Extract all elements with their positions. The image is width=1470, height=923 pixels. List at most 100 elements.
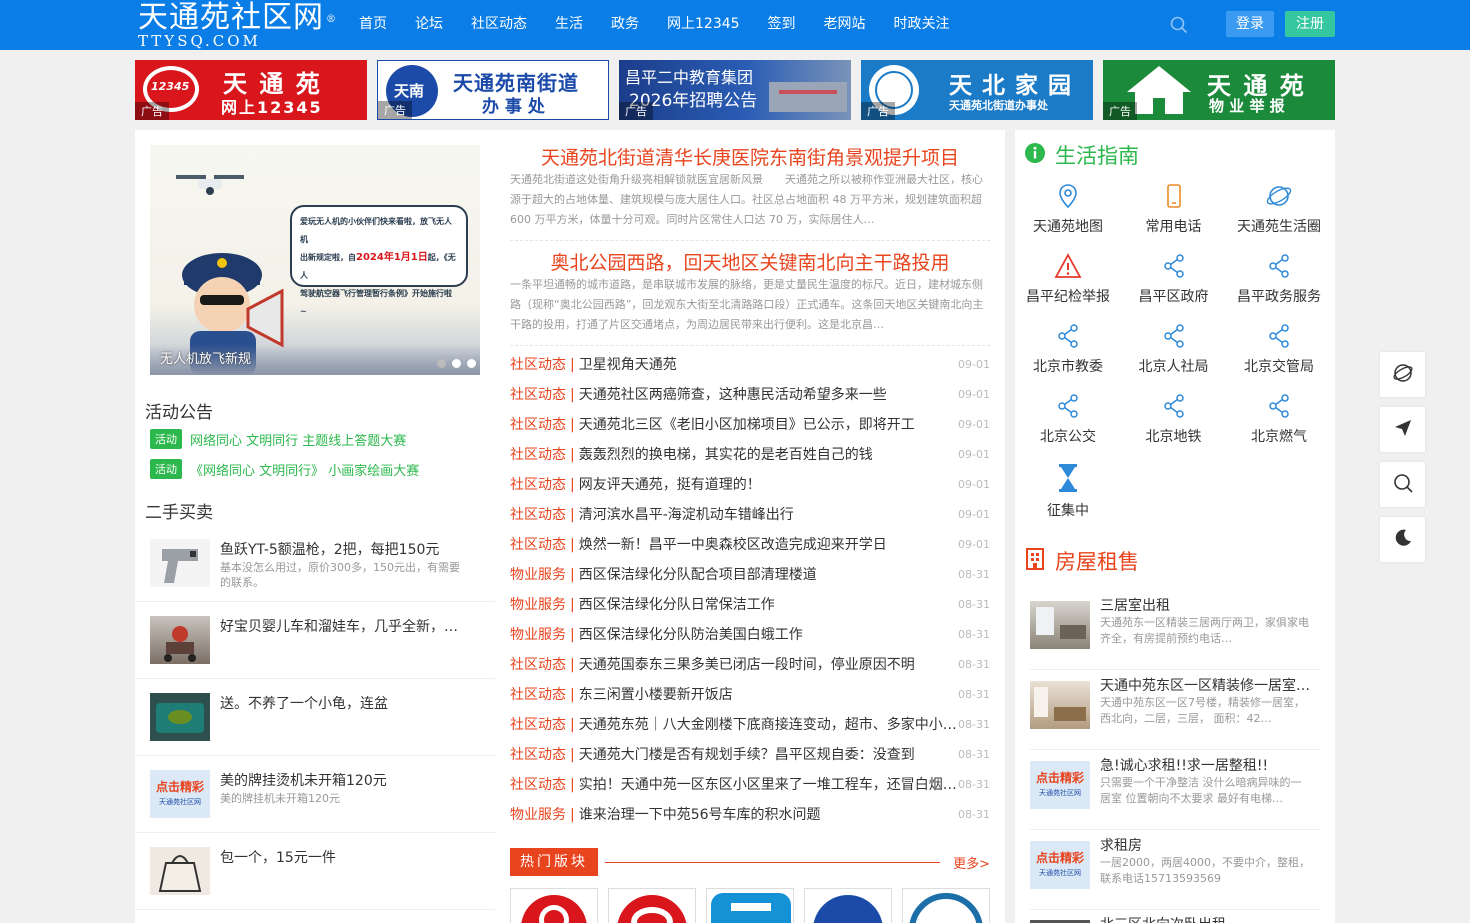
news-category[interactable]: 社区动态	[510, 447, 566, 463]
logo-text: 天通苑社区网	[138, 0, 324, 35]
activity-item[interactable]: 活动 《网络同心 文明同行》 小画家绘画大赛	[150, 459, 419, 479]
login-button[interactable]: 登录	[1226, 11, 1274, 37]
banner-dot[interactable]	[452, 359, 461, 368]
banner-slider[interactable]: 爱玩无人机的小伙伴们快来看啦，放飞无人机 出新规定啦，自2024年1月1日起，《…	[150, 145, 480, 375]
ad-12345[interactable]: 12345 天 通 苑 网上12345 广告	[135, 60, 367, 120]
news-category[interactable]: 社区动态	[510, 657, 566, 673]
second-hand-item[interactable]: 好宝贝婴儿车和溜娃车，几乎全新，…	[135, 602, 495, 679]
news-row[interactable]: 社区动态 | 轰轰烈烈的换电梯，其实花的是老百姓自己的钱 09-01	[510, 440, 990, 470]
banner-dot[interactable]	[437, 359, 446, 368]
headline-title[interactable]: 奥北公园西路，回天地区关键南北向主干路投用	[510, 248, 990, 275]
guide-item[interactable]: 昌平政务服务	[1226, 250, 1332, 320]
news-row[interactable]: 社区动态 | 天通苑社区两癌筛查，这种惠民活动希望多来一些 09-01	[510, 380, 990, 410]
news-category[interactable]: 社区动态	[510, 717, 566, 733]
nav-forum[interactable]: 论坛	[415, 0, 443, 50]
search-icon[interactable]	[1170, 16, 1188, 34]
news-separator: |	[570, 807, 575, 823]
news-row[interactable]: 物业服务 | 西区保洁绿化分队防治美国白蛾工作 08-31	[510, 620, 990, 650]
news-row[interactable]: 物业服务 | 西区保洁绿化分队配合项目部清理楼道 08-31	[510, 560, 990, 590]
news-category[interactable]: 社区动态	[510, 687, 566, 703]
hot-tile-tianbei-home[interactable]	[902, 888, 990, 923]
rent-item[interactable]: 点击精彩 天通苑社区网 求租房 一居2000，两居4000，不要中介，整租，联系…	[1030, 830, 1320, 910]
news-date: 08-31	[958, 748, 990, 761]
news-row[interactable]: 社区动态 | 天通苑国泰东三果多美已闭店一段时间，停业原因不明 08-31	[510, 650, 990, 680]
hot-tile-12345[interactable]	[510, 888, 598, 923]
rent-item[interactable]: 三居室出租 天通苑东一区精装三居两厅两卫，家俱家电齐全，有房提前预约电话…	[1030, 590, 1320, 670]
rent-item[interactable]: 天通中苑东区一区精装修一居室… 天通中苑东区一区7号楼，精装修一居室，西北向，二…	[1030, 670, 1320, 750]
news-row[interactable]: 物业服务 | 谁来治理一下中苑56号车库的积水问题 08-31	[510, 800, 990, 830]
news-row[interactable]: 物业服务 | 西区保洁绿化分队日常保洁工作 08-31	[510, 590, 990, 620]
news-row[interactable]: 社区动态 | 清河滨水昌平-海淀机动车错峰出行 09-01	[510, 500, 990, 530]
guide-item[interactable]: 北京公交	[1015, 390, 1121, 460]
float-search-button[interactable]	[1380, 462, 1425, 507]
rent-thumbnail	[1030, 601, 1090, 649]
second-hand-item[interactable]: 包一个，15元一件	[135, 833, 495, 910]
hot-sections-more-link[interactable]: 更多>	[953, 853, 990, 872]
guide-item[interactable]: 常用电话	[1121, 180, 1227, 250]
news-category[interactable]: 物业服务	[510, 807, 566, 823]
ad-tianbei[interactable]: 天 北 家 园 天通苑北街道办事处 广告	[861, 60, 1093, 120]
guide-item[interactable]: 北京地铁	[1121, 390, 1227, 460]
nav-12345[interactable]: 网上12345	[667, 0, 740, 50]
ad-12345-logo-text: 12345	[151, 80, 190, 93]
news-category[interactable]: 社区动态	[510, 507, 566, 523]
hot-tile-changping[interactable]	[706, 888, 794, 923]
news-category[interactable]: 社区动态	[510, 387, 566, 403]
rent-item[interactable]: 北三区北向次卧出租	[1030, 910, 1320, 923]
hot-tile-tiannan[interactable]	[608, 888, 696, 923]
nav-old-site[interactable]: 老网站	[824, 0, 866, 50]
news-category[interactable]: 社区动态	[510, 537, 566, 553]
guide-item[interactable]: 北京交管局	[1226, 320, 1332, 390]
news-category[interactable]: 社区动态	[510, 477, 566, 493]
nav-government[interactable]: 政务	[611, 0, 639, 50]
nav-life[interactable]: 生活	[555, 0, 583, 50]
news-row[interactable]: 社区动态 | 卫星视角天通苑 09-01	[510, 350, 990, 380]
guide-item[interactable]: 北京市教委	[1015, 320, 1121, 390]
news-separator: |	[570, 357, 575, 373]
news-row[interactable]: 社区动态 | 东三闲置小楼要新开饭店 08-31	[510, 680, 990, 710]
news-row[interactable]: 社区动态 | 网友评天通苑，挺有道理的！ 09-01	[510, 470, 990, 500]
rent-item[interactable]: 点击精彩 天通苑社区网 急!诚心求租!!求一居整租!! 只需要一个干净整洁 没什…	[1030, 750, 1320, 830]
news-row[interactable]: 社区动态 | 天通苑东苑｜八大金刚楼下底商接连变动，超市、多家中小… 08-31	[510, 710, 990, 740]
news-category[interactable]: 社区动态	[510, 417, 566, 433]
guide-item[interactable]: 北京燃气	[1226, 390, 1332, 460]
guide-item[interactable]: 征集中	[1015, 460, 1121, 530]
second-hand-item[interactable]: 送。不养了一个小龟，连盆	[135, 679, 495, 756]
banner-dot[interactable]	[467, 359, 476, 368]
hot-tile-tianbei[interactable]	[804, 888, 892, 923]
site-logo[interactable]: 天通苑社区网 ® TTYSQ.COM	[138, 0, 337, 49]
news-category[interactable]: 物业服务	[510, 567, 566, 583]
second-hand-item[interactable]: 鱼跃YT-5额温枪，2把，每把150元 基本没怎么用过，原价300多，150元出…	[135, 525, 495, 602]
ad-changping-school[interactable]: 昌平二中教育集团 2026年招聘公告 广告	[619, 60, 851, 120]
news-row[interactable]: 社区动态 | 实拍！天通中苑一区东区小区里来了一堆工程车，还冒白烟… 08-31	[510, 770, 990, 800]
guide-item[interactable]: 天通苑生活圈	[1226, 180, 1332, 250]
ad-tianbei-line2: 天通苑北街道办事处	[949, 99, 1048, 112]
second-hand-item[interactable]: 点击精彩 天通苑社区网 美的牌挂烫机未开箱120元 美的牌挂机未开箱120元	[135, 756, 495, 833]
nav-community-news[interactable]: 社区动态	[471, 0, 527, 50]
float-send-button[interactable]	[1380, 407, 1425, 452]
headline-title[interactable]: 天通苑北街道清华长庚医院东南街角景观提升项目	[510, 143, 990, 170]
ad-property-report[interactable]: 天 通 苑 物 业 举 报 广告	[1103, 60, 1335, 120]
register-button[interactable]: 注册	[1285, 11, 1335, 37]
news-row[interactable]: 社区动态 | 焕然一新！昌平一中奥森校区改造完成迎来开学日 09-01	[510, 530, 990, 560]
news-category[interactable]: 社区动态	[510, 747, 566, 763]
guide-item[interactable]: 天通苑地图	[1015, 180, 1121, 250]
news-row[interactable]: 社区动态 | 天通苑北三区《老旧小区加梯项目》已公示，即将开工 09-01	[510, 410, 990, 440]
top-bar: 天通苑社区网 ® TTYSQ.COM 首页 论坛 社区动态 生活 政务 网上123…	[0, 0, 1470, 50]
float-planet-button[interactable]	[1380, 352, 1425, 397]
news-row[interactable]: 社区动态 | 天通苑大门楼是否有规划手续？昌平区规自委：没查到 08-31	[510, 740, 990, 770]
guide-item[interactable]: 北京人社局	[1121, 320, 1227, 390]
news-category[interactable]: 社区动态	[510, 357, 566, 373]
float-dark-mode-button[interactable]	[1380, 517, 1425, 562]
ad-tiannan[interactable]: 天南 天通苑南街道 办 事 处 广告	[377, 60, 609, 120]
nav-checkin[interactable]: 签到	[768, 0, 796, 50]
guide-item[interactable]: 昌平区政府	[1121, 250, 1227, 320]
news-category[interactable]: 物业服务	[510, 597, 566, 613]
nav-home[interactable]: 首页	[359, 0, 387, 50]
news-category[interactable]: 物业服务	[510, 627, 566, 643]
activity-item[interactable]: 活动 网络同心 文明同行 主题线上答题大赛	[150, 429, 406, 449]
nav-politics[interactable]: 时政关注	[894, 0, 950, 50]
guide-item[interactable]: 昌平纪检举报	[1015, 250, 1121, 320]
news-category[interactable]: 社区动态	[510, 777, 566, 793]
news-separator: |	[570, 627, 575, 643]
